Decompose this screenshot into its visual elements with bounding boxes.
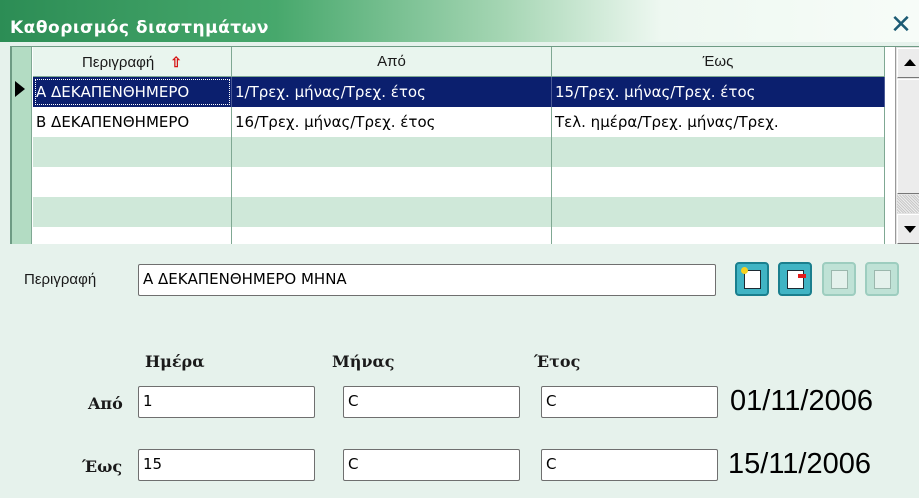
- column-header-to-label: Έως: [702, 53, 734, 70]
- empty-cell: [552, 197, 885, 227]
- cell-description[interactable]: Β ΔΕΚΑΠΕΝΘΗΜΕΡΟ: [33, 107, 232, 137]
- day-header: Ημέρα: [145, 352, 205, 371]
- year-header: Έτος: [534, 352, 581, 371]
- empty-row: [33, 137, 885, 167]
- cell-description[interactable]: Α ΔΕΚΑΠΕΝΘΗΜΕΡΟ: [33, 77, 232, 107]
- delete-record-button[interactable]: [778, 262, 812, 296]
- empty-cell: [232, 227, 552, 244]
- empty-cell: [33, 227, 232, 244]
- table-row[interactable]: Α ΔΕΚΑΠΕΝΘΗΜΕΡΟ 1/Τρεχ. μήνας/Τρεχ. έτος…: [33, 77, 885, 107]
- table-row[interactable]: Β ΔΕΚΑΠΕΝΘΗΜΕΡΟ 16/Τρεχ. μήνας/Τρεχ. έτο…: [33, 107, 885, 137]
- to-month-input[interactable]: C: [343, 449, 520, 481]
- empty-cell: [552, 227, 885, 244]
- empty-cell: [232, 167, 552, 197]
- column-header-from-label: Από: [377, 53, 406, 70]
- scroll-thumb[interactable]: [897, 79, 919, 194]
- scroll-down-button[interactable]: [897, 214, 919, 244]
- empty-cell: [33, 137, 232, 167]
- description-input[interactable]: Α ΔΕΚΑΠΕΝΘΗΜΕΡΟ ΜΗΝΑ: [138, 264, 716, 296]
- column-header-description-label: Περιγραφή: [82, 54, 155, 71]
- current-row-pointer-icon: [15, 81, 25, 97]
- to-label: Έως: [82, 457, 123, 476]
- empty-row: [33, 227, 885, 244]
- column-header-from[interactable]: Από: [232, 47, 552, 77]
- empty-cell: [232, 197, 552, 227]
- scroll-down-arrow-icon: [904, 226, 916, 233]
- cell-from[interactable]: 16/Τρεχ. μήνας/Τρεχ. έτος: [232, 107, 552, 137]
- from-date-display: 01/11/2006: [730, 385, 873, 417]
- empty-cell: [232, 137, 552, 167]
- from-day-input[interactable]: 1: [138, 386, 315, 418]
- cell-to[interactable]: Τελ. ημέρα/Τρεχ. μήνας/Τρεχ.: [552, 107, 885, 137]
- window-title: Καθορισμός διαστημάτων: [10, 18, 269, 38]
- save-record-button[interactable]: [822, 262, 856, 296]
- empty-row: [33, 167, 885, 197]
- scroll-track[interactable]: [897, 195, 919, 213]
- empty-cell: [552, 167, 885, 197]
- empty-row: [33, 197, 885, 227]
- sort-up-arrow-icon: ⇧: [170, 54, 182, 70]
- delete-record-icon: [787, 270, 806, 289]
- cancel-record-icon: [874, 270, 891, 289]
- cell-from[interactable]: 1/Τρεχ. μήνας/Τρεχ. έτος: [232, 77, 552, 107]
- column-header-to[interactable]: Έως: [552, 47, 885, 77]
- close-icon[interactable]: ✕: [889, 12, 913, 38]
- scroll-up-arrow-icon: [904, 59, 916, 66]
- save-record-icon: [831, 270, 848, 289]
- to-year-input[interactable]: C: [541, 449, 718, 481]
- new-record-icon: [741, 267, 761, 289]
- cancel-record-button[interactable]: [865, 262, 899, 296]
- from-year-input[interactable]: C: [541, 386, 718, 418]
- description-label: Περιγραφή: [24, 271, 97, 288]
- vertical-scrollbar[interactable]: [895, 47, 919, 244]
- new-record-button[interactable]: [735, 262, 769, 296]
- to-date-display: 15/11/2006: [728, 448, 871, 480]
- column-header-description[interactable]: Περιγραφή ⇧: [33, 47, 232, 77]
- from-month-input[interactable]: C: [343, 386, 520, 418]
- title-bar: Καθορισμός διαστημάτων ✕: [0, 0, 919, 42]
- month-header: Μήνας: [332, 352, 395, 371]
- intervals-grid[interactable]: Περιγραφή ⇧ Από Έως Α ΔΕΚΑΠΕΝΘΗΜΕΡΟ 1/Τρε…: [10, 46, 919, 244]
- empty-cell: [552, 137, 885, 167]
- empty-cell: [33, 167, 232, 197]
- row-indicator-column: [12, 47, 32, 244]
- empty-cell: [33, 197, 232, 227]
- to-day-input[interactable]: 15: [138, 449, 315, 481]
- from-label: Από: [88, 394, 123, 413]
- cell-to[interactable]: 15/Τρεχ. μήνας/Τρεχ. έτος: [552, 77, 885, 107]
- scroll-up-button[interactable]: [897, 48, 919, 78]
